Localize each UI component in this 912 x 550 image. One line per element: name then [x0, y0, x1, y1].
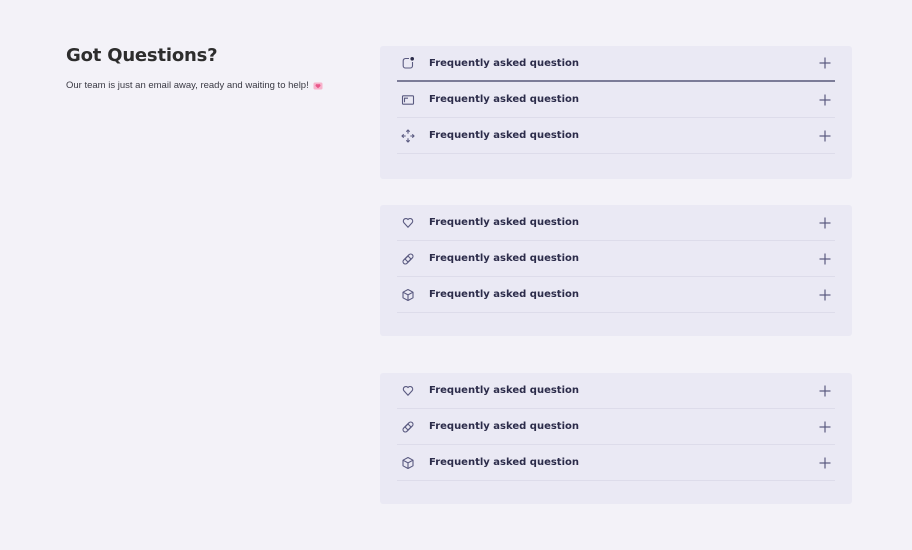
- faq-question: Frequently asked question: [429, 385, 580, 396]
- faq-question: Frequently asked question: [429, 217, 580, 228]
- cube-icon: [401, 288, 415, 302]
- faq-item[interactable]: Frequently asked question: [397, 241, 835, 277]
- faq-question: Frequently asked question: [429, 253, 580, 264]
- heart-emoji-icon: [313, 82, 323, 90]
- faq-question: Frequently asked question: [429, 94, 580, 105]
- plus-icon[interactable]: [819, 57, 831, 69]
- faq-item[interactable]: Frequently asked question: [397, 118, 835, 154]
- plus-icon[interactable]: [819, 130, 831, 142]
- plus-icon[interactable]: [819, 253, 831, 265]
- cube-icon: [401, 456, 415, 470]
- bandage-icon: [401, 420, 415, 434]
- faq-item[interactable]: Frequently asked question: [397, 205, 835, 241]
- plus-icon[interactable]: [819, 217, 831, 229]
- window-icon: [401, 93, 415, 107]
- faq-question: Frequently asked question: [429, 289, 580, 300]
- move-arrows-icon: [401, 128, 415, 143]
- faq-question: Frequently asked question: [429, 130, 580, 141]
- heart-icon: [401, 216, 415, 230]
- intro-section: Got Questions? Our team is just an email…: [66, 45, 356, 92]
- faq-panel-3: Frequently asked question Frequently ask…: [380, 373, 852, 504]
- faq-panel-2: Frequently asked question Frequently ask…: [380, 205, 852, 336]
- faq-item[interactable]: Frequently asked question: [397, 82, 835, 118]
- faq-question: Frequently asked question: [429, 457, 580, 468]
- faq-panel-1: Frequently asked question Frequently ask…: [380, 46, 852, 179]
- faq-item[interactable]: Frequently asked question: [397, 373, 835, 409]
- plus-icon[interactable]: [819, 385, 831, 397]
- plus-icon[interactable]: [819, 421, 831, 433]
- faq-item[interactable]: Frequently asked question: [397, 46, 835, 82]
- plus-icon[interactable]: [819, 457, 831, 469]
- intro-subtitle: Our team is just an email away, ready an…: [66, 80, 356, 92]
- page-title: Got Questions?: [66, 45, 218, 66]
- intro-subtitle-text: Our team is just an email away, ready an…: [66, 80, 309, 91]
- faq-item[interactable]: Frequently asked question: [397, 445, 835, 481]
- notification-icon: [401, 56, 415, 70]
- bandage-icon: [401, 252, 415, 266]
- faq-item[interactable]: Frequently asked question: [397, 409, 835, 445]
- faq-question: Frequently asked question: [429, 57, 580, 69]
- heart-icon: [401, 384, 415, 398]
- faq-question: Frequently asked question: [429, 421, 580, 432]
- faq-item[interactable]: Frequently asked question: [397, 277, 835, 313]
- plus-icon[interactable]: [819, 289, 831, 301]
- plus-icon[interactable]: [819, 94, 831, 106]
